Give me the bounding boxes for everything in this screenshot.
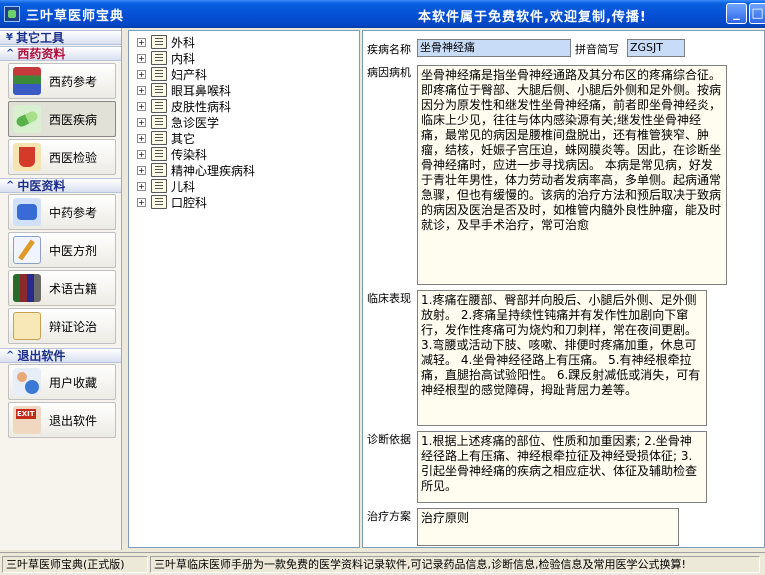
minimize-button[interactable]: _ — [726, 3, 747, 24]
bookshelf-icon — [13, 274, 41, 302]
etiology-textarea[interactable]: 坐骨神经痛是指坐骨神经通路及其分布区的疼痛综合征。即疼痛位于臀部、大腿后侧、小腿… — [417, 65, 727, 285]
expand-icon[interactable]: + — [137, 53, 146, 63]
etiology-label: 病因病机 — [367, 66, 411, 79]
treatment-label: 治疗方案 — [367, 510, 411, 523]
window-title: 三叶草医师宝典 — [26, 8, 125, 24]
pill-icon — [13, 105, 41, 133]
tree-item-dermatology[interactable]: + 皮肤性病科 — [137, 98, 231, 114]
expand-icon[interactable]: + — [137, 197, 146, 207]
section-western-medicine[interactable]: ^ 西药资料 — [0, 46, 121, 61]
disease-name-field[interactable]: 坐骨神经痛 — [417, 39, 571, 57]
expand-icon[interactable]: + — [137, 149, 146, 159]
tree-item-pediatrics[interactable]: + 儿科 — [137, 178, 195, 194]
expand-icon[interactable]: + — [137, 181, 146, 191]
pinyin-label: 拼音简写 — [575, 43, 619, 56]
expand-icon[interactable]: + — [137, 133, 146, 143]
exit-icon — [13, 406, 41, 434]
book-icon — [151, 195, 167, 209]
status-version: 三叶草医师宝典(正式版) — [2, 555, 148, 573]
tree-item-internal[interactable]: + 内科 — [137, 50, 195, 66]
app-clover-icon[interactable] — [4, 6, 20, 22]
clinical-label: 临床表现 — [367, 292, 411, 305]
book-icon — [151, 131, 167, 145]
book-icon — [151, 83, 167, 97]
tree-item-other[interactable]: + 其它 — [137, 130, 195, 146]
disease-detail-panel: 疾病名称 坐骨神经痛 拼音简写 ZGSJT 病因病机 坐骨神经痛是指坐骨神经通路… — [362, 30, 765, 548]
sidebar-item-syndrome-treatment[interactable]: 辩证论治 — [8, 308, 116, 344]
chevron-up-icon: ^ — [6, 48, 15, 59]
book-icon — [151, 51, 167, 65]
sidebar-item-classics[interactable]: 术语古籍 — [8, 270, 116, 306]
chevron-up-icon: ^ — [6, 350, 15, 361]
book-icon — [151, 67, 167, 81]
lab-flask-icon — [13, 143, 41, 171]
disease-name-label: 疾病名称 — [367, 43, 411, 56]
section-other-tools[interactable]: ¥ 其它工具 — [0, 30, 121, 45]
book-icon — [151, 99, 167, 113]
books-icon — [13, 67, 41, 95]
section-exit[interactable]: ^ 退出软件 — [0, 348, 121, 363]
sidebar: ¥ 其它工具 ^ 西药资料 西药参考 西医疾病 西医检验 ^ 中医资料 中药参考… — [0, 28, 122, 550]
tree-item-emergency[interactable]: + 急诊医学 — [137, 114, 219, 130]
title-bar: 三叶草医师宝典 本软件属于免费软件,欢迎复制,传播! _ □ — [0, 0, 765, 28]
expand-icon[interactable]: + — [137, 37, 146, 47]
pinyin-field[interactable]: ZGSJT — [627, 39, 685, 57]
sidebar-item-western-drugs[interactable]: 西药参考 — [8, 63, 116, 99]
status-message: 三叶草临床医师手册为一款免费的医学资料记录软件,可记录药品信息,诊断信息,检验信… — [150, 555, 760, 573]
tree-item-psychiatry[interactable]: + 精神心理疾病科 — [137, 162, 255, 178]
expand-icon[interactable]: + — [137, 165, 146, 175]
users-icon — [13, 368, 41, 396]
sidebar-item-exit[interactable]: 退出软件 — [8, 402, 116, 438]
book-icon — [151, 35, 167, 49]
herb-drum-icon — [13, 198, 41, 226]
treatment-textarea[interactable]: 治疗原则 — [417, 508, 679, 546]
chevron-up-icon: ^ — [6, 180, 15, 191]
scroll-icon — [13, 312, 41, 340]
maximize-button[interactable]: □ — [749, 3, 765, 24]
tree-item-ent[interactable]: + 眼耳鼻喉科 — [137, 82, 231, 98]
sidebar-item-favorites[interactable]: 用户收藏 — [8, 364, 116, 400]
expand-icon[interactable]: + — [137, 69, 146, 79]
book-icon — [151, 163, 167, 177]
window-notice: 本软件属于免费软件,欢迎复制,传播! — [418, 10, 647, 25]
tree-item-infectious[interactable]: + 传染科 — [137, 146, 207, 162]
sidebar-item-herbs[interactable]: 中药参考 — [8, 194, 116, 230]
tree-item-obgyn[interactable]: + 妇产科 — [137, 66, 207, 82]
book-icon — [151, 147, 167, 161]
clinical-textarea[interactable]: 1.疼痛在腰部、臀部并向股后、小腿后外侧、足外侧放射。 2.疼痛呈持续性钝痛并有… — [417, 290, 707, 426]
sidebar-item-western-lab[interactable]: 西医检验 — [8, 139, 116, 175]
status-bar: 三叶草医师宝典(正式版) 三叶草临床医师手册为一款免费的医学资料记录软件,可记录… — [0, 552, 765, 575]
expand-icon[interactable]: + — [137, 101, 146, 111]
sidebar-item-western-diseases[interactable]: 西医疾病 — [8, 101, 116, 137]
section-chinese-medicine[interactable]: ^ 中医资料 — [0, 178, 121, 193]
chevron-down-icon: ¥ — [6, 32, 13, 43]
tree-item-surgery[interactable]: + 外科 — [137, 34, 195, 50]
book-icon — [151, 115, 167, 129]
category-tree[interactable]: + 外科 + 内科 + 妇产科 + 眼耳鼻喉科 + 皮肤性病科 + 急诊医学 +… — [128, 30, 360, 548]
sidebar-item-prescriptions[interactable]: 中医方剂 — [8, 232, 116, 268]
expand-icon[interactable]: + — [137, 85, 146, 95]
diagnosis-label: 诊断依据 — [367, 433, 411, 446]
book-icon — [151, 179, 167, 193]
expand-icon[interactable]: + — [137, 117, 146, 127]
tree-item-stomatology[interactable]: + 口腔科 — [137, 194, 207, 210]
diagnosis-textarea[interactable]: 1.根据上述疼痛的部位、性质和加重因素; 2.坐骨神经径路上有压痛、神经根牵拉征… — [417, 431, 707, 503]
prescription-note-icon — [13, 236, 41, 264]
